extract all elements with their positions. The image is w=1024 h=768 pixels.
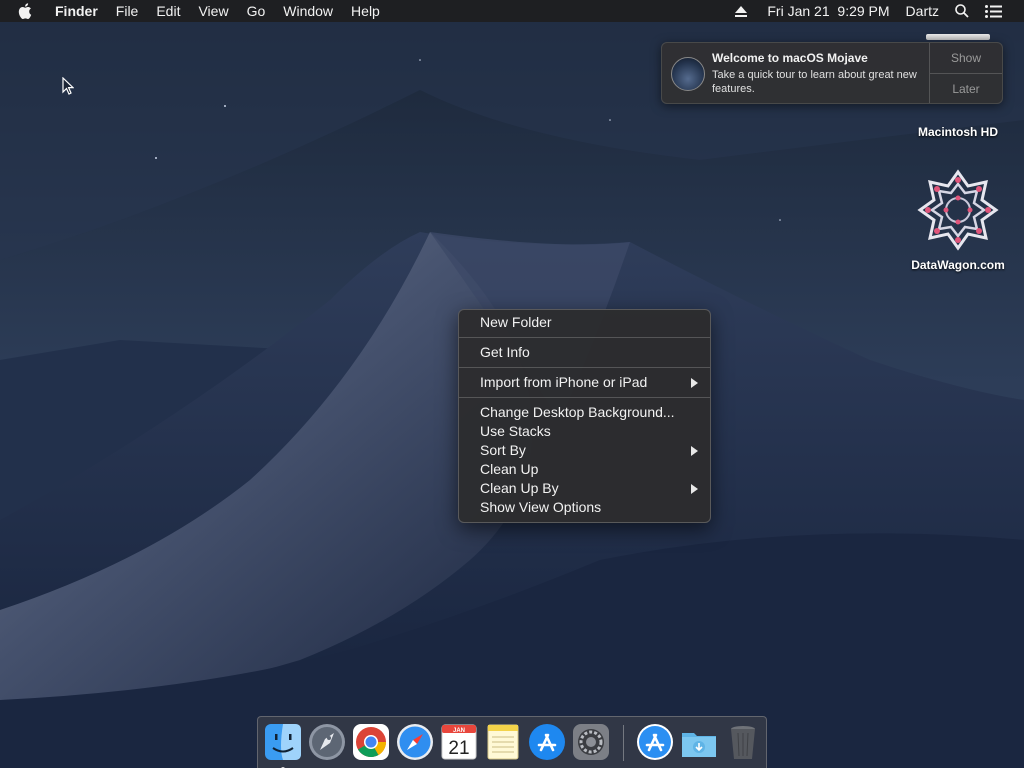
dock-item-calendar[interactable]: JAN 21 [440, 723, 478, 761]
notification-actions: Show Later [929, 43, 1002, 103]
trash-icon [731, 726, 755, 759]
desktop-icon-label: DataWagon.com [911, 258, 1005, 272]
notification-banner[interactable]: Welcome to macOS Mojave Take a quick tou… [661, 42, 1003, 104]
finder-icon [265, 724, 301, 760]
submenu-arrow-icon [691, 446, 698, 456]
dock-item-chrome[interactable] [352, 723, 390, 761]
dock-item-system-preferences[interactable] [572, 723, 610, 761]
eject-icon[interactable] [727, 5, 755, 17]
menu-window[interactable]: Window [274, 0, 342, 22]
menu-separator [459, 397, 710, 398]
desktop-context-menu: New Folder Get Info Import from iPhone o… [458, 309, 711, 523]
menu-separator [459, 337, 710, 338]
user-name[interactable]: Dartz [898, 3, 947, 19]
menu-edit[interactable]: Edit [147, 0, 189, 22]
menu-item-clean-up-by[interactable]: Clean Up By [459, 479, 710, 498]
submenu-arrow-icon [691, 484, 698, 494]
dock-item-trash[interactable] [724, 723, 762, 761]
dock-item-applications[interactable] [636, 723, 674, 761]
menu-item-get-info[interactable]: Get Info [459, 343, 710, 362]
macos-mojave-icon [671, 57, 705, 91]
desktop-icon-label: Macintosh HD [917, 125, 998, 139]
dock-item-downloads[interactable] [680, 723, 718, 761]
app-store-icon [637, 724, 673, 760]
menu-item-use-stacks[interactable]: Use Stacks [459, 422, 710, 441]
datawagon-logo-icon [917, 169, 999, 251]
notification-title: Welcome to macOS Mojave [712, 51, 868, 65]
menu-item-change-desktop-background[interactable]: Change Desktop Background... [459, 403, 710, 422]
calendar-month: JAN [453, 728, 465, 734]
menu-item-label: Import from iPhone or iPad [480, 374, 648, 390]
calendar-day: 21 [448, 738, 469, 759]
dock-item-finder[interactable] [264, 723, 302, 768]
notification-center-icon[interactable] [977, 4, 1024, 18]
menu-item-show-view-options[interactable]: Show View Options [459, 498, 710, 517]
menu-separator [459, 367, 710, 368]
downloads-folder-icon [682, 733, 716, 757]
dock: JAN 21 [257, 716, 767, 768]
notification-body: Take a quick tour to learn about great n… [712, 69, 917, 95]
desktop[interactable]: Finder File Edit View Go Window Help Fri… [0, 0, 1024, 768]
menu-item-label: Sort By [480, 442, 526, 458]
desktop-icon-datawagon[interactable]: DataWagon.com [898, 168, 1018, 272]
hard-drive-icon[interactable] [926, 34, 990, 40]
chrome-icon [353, 724, 389, 760]
later-button[interactable]: Later [930, 73, 1002, 104]
calendar-icon: JAN 21 [441, 724, 477, 760]
dock-item-notes[interactable] [484, 723, 522, 761]
spotlight-search-icon[interactable] [947, 4, 977, 18]
menu-go[interactable]: Go [238, 0, 275, 22]
menu-item-new-folder[interactable]: New Folder [459, 313, 710, 332]
dock-separator [623, 725, 624, 761]
menu-item-import-from-iphone[interactable]: Import from iPhone or iPad [459, 373, 710, 392]
menu-item-sort-by[interactable]: Sort By [459, 441, 710, 460]
notes-icon [487, 724, 519, 760]
submenu-arrow-icon [691, 378, 698, 388]
menu-finder[interactable]: Finder [46, 0, 107, 22]
menu-help[interactable]: Help [342, 0, 389, 22]
desktop-icon-macintosh-hd[interactable]: Macintosh HD [898, 125, 1018, 139]
safari-icon [397, 724, 433, 760]
menu-bar: Finder File Edit View Go Window Help Fri… [0, 0, 1024, 22]
mouse-cursor-icon [62, 77, 74, 95]
menu-item-label: Clean Up By [480, 480, 559, 496]
show-button[interactable]: Show [930, 43, 1002, 73]
menu-file[interactable]: File [107, 0, 148, 22]
menu-item-clean-up[interactable]: Clean Up [459, 460, 710, 479]
menu-view[interactable]: View [189, 0, 237, 22]
launchpad-icon [309, 724, 345, 760]
app-store-icon [529, 724, 565, 760]
dock-item-safari[interactable] [396, 723, 434, 761]
system-preferences-icon [573, 724, 609, 760]
dock-item-launchpad[interactable] [308, 723, 346, 761]
dock-item-app-store[interactable] [528, 723, 566, 761]
apple-menu-icon[interactable] [18, 3, 40, 19]
clock[interactable]: Fri Jan 21 9:29 PM [755, 3, 897, 19]
